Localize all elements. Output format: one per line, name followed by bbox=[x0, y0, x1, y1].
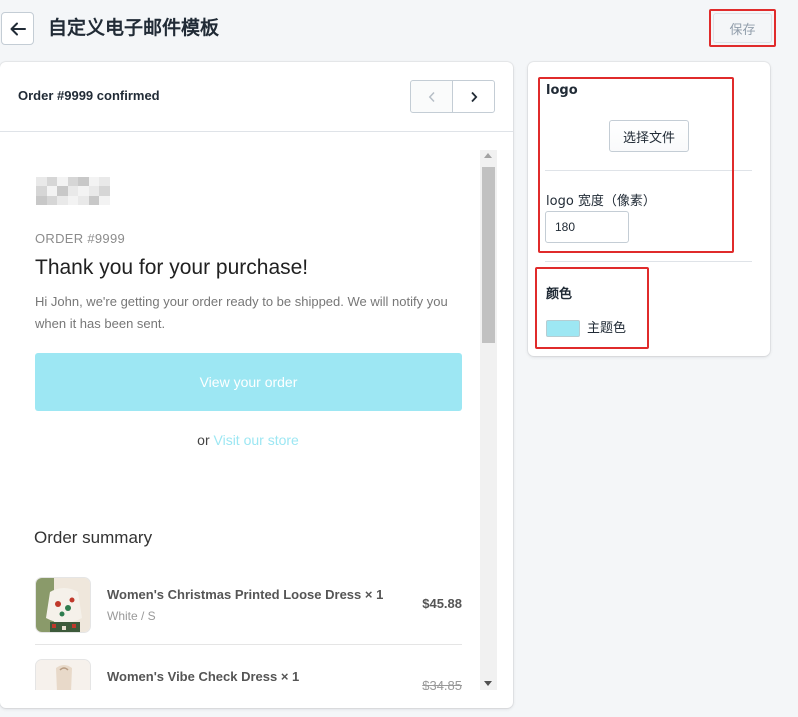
back-button[interactable] bbox=[1, 12, 34, 45]
order-item: Women's Christmas Printed Loose Dress × … bbox=[35, 577, 462, 643]
order-item: Women's Vibe Check Dress × 1 Green / XS … bbox=[35, 659, 462, 690]
scroll-up-arrow-icon[interactable] bbox=[484, 153, 492, 158]
theme-color-label: 主题色 bbox=[587, 321, 627, 336]
visit-store-link[interactable]: Visit our store bbox=[214, 432, 299, 448]
email-preview-card: Order #9999 confirmed ORDER #9999 Thank … bbox=[0, 62, 513, 708]
view-order-button[interactable]: View your order bbox=[35, 353, 462, 411]
product-name: Women's Christmas Printed Loose Dress × … bbox=[107, 587, 384, 602]
preview-scrollbar[interactable] bbox=[480, 150, 497, 690]
settings-card: logo 选择文件 logo 宽度（像素） 颜色 主题色 bbox=[528, 62, 770, 356]
save-button[interactable]: 保存 bbox=[713, 13, 772, 43]
product-thumbnail bbox=[35, 577, 91, 633]
previous-template-button[interactable] bbox=[410, 80, 453, 113]
next-template-button[interactable] bbox=[452, 80, 495, 113]
chevron-right-icon bbox=[470, 91, 477, 102]
chevron-left-icon bbox=[428, 91, 435, 102]
scroll-thumb[interactable] bbox=[482, 167, 495, 343]
or-text: or bbox=[197, 432, 210, 448]
preview-order-title: Order #9999 confirmed bbox=[18, 88, 160, 103]
product-variant: White / S bbox=[107, 609, 156, 623]
page-title: 自定义电子邮件模板 bbox=[48, 17, 220, 39]
preview-pager bbox=[410, 80, 495, 113]
product-thumbnail bbox=[35, 659, 91, 690]
logo-width-input[interactable] bbox=[545, 211, 629, 243]
store-logo bbox=[36, 177, 110, 205]
store-link-line: or Visit our store bbox=[17, 432, 479, 448]
logo-width-label: logo 宽度（像素） bbox=[546, 194, 656, 209]
section-divider bbox=[545, 170, 752, 171]
theme-color-swatch[interactable] bbox=[546, 320, 580, 337]
logo-section-title: logo bbox=[546, 83, 578, 98]
email-heading: Thank you for your purchase! bbox=[35, 256, 309, 279]
order-summary-title: Order summary bbox=[34, 528, 153, 547]
item-divider bbox=[35, 644, 462, 645]
product-price: $45.88 bbox=[422, 596, 462, 611]
choose-file-button[interactable]: 选择文件 bbox=[609, 120, 689, 152]
product-price: $34.85 bbox=[422, 678, 462, 690]
product-name: Women's Vibe Check Dress × 1 bbox=[107, 669, 300, 684]
email-order-number: ORDER #9999 bbox=[35, 231, 126, 246]
color-section-title: 颜色 bbox=[546, 287, 573, 302]
arrow-left-icon bbox=[10, 22, 26, 35]
section-divider bbox=[545, 261, 752, 262]
email-intro-text: Hi John, we're getting your order ready … bbox=[35, 294, 448, 331]
scroll-down-arrow-icon[interactable] bbox=[484, 681, 492, 686]
email-preview-frame[interactable]: ORDER #9999 Thank you for your purchase!… bbox=[17, 150, 497, 690]
preview-header: Order #9999 confirmed bbox=[0, 62, 513, 132]
